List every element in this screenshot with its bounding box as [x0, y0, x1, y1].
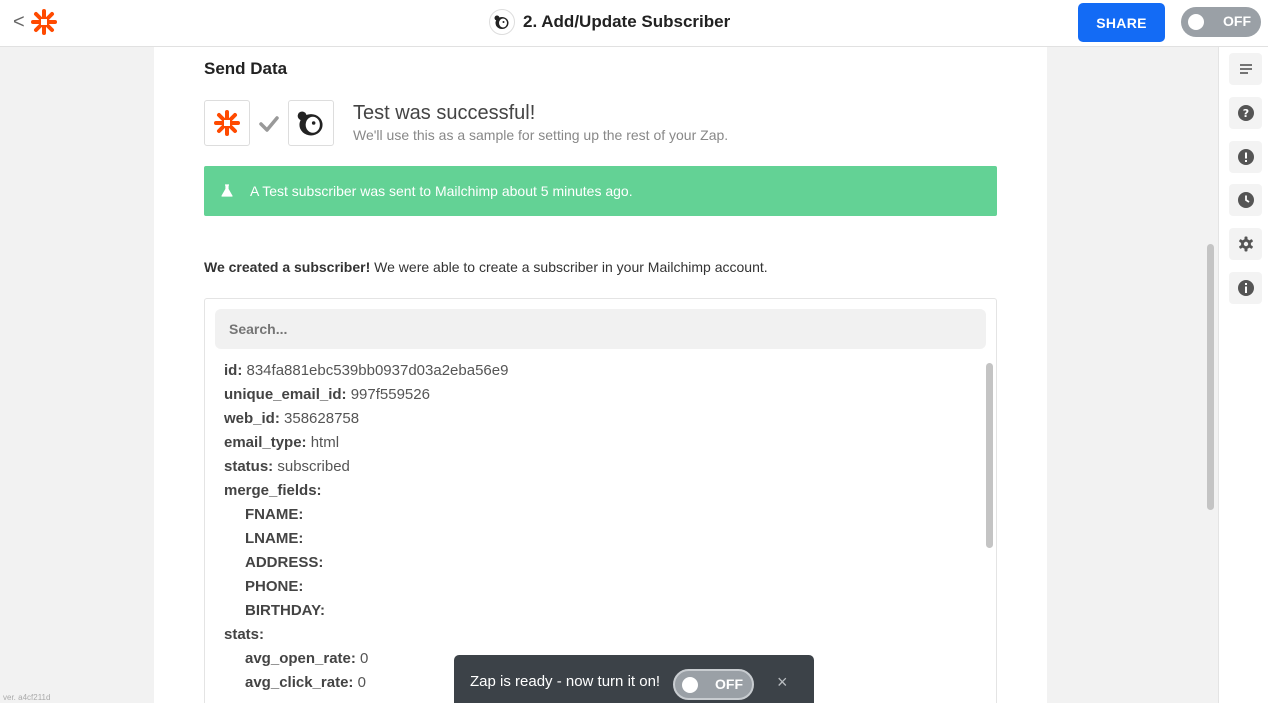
field-key: LNAME: — [245, 530, 304, 547]
toggle-knob — [682, 677, 698, 693]
mailchimp-app-box — [288, 100, 334, 146]
field-value: 834fa881ebc539bb0937d03a2eba56e9 — [242, 362, 509, 379]
field-row: LNAME: — [224, 527, 964, 551]
field-row: unique_email_id: 997f559526 — [224, 383, 964, 407]
created-message: We created a subscriber! We were able to… — [204, 259, 768, 275]
zapier-logo — [214, 110, 240, 136]
page-scrollbar[interactable] — [1204, 47, 1218, 703]
field-key: ADDRESS: — [245, 554, 324, 571]
field-row: status: subscribed — [224, 455, 964, 479]
mailchimp-icon — [297, 111, 323, 136]
field-key: avg_open_rate: — [245, 650, 356, 667]
share-button[interactable]: SHARE — [1078, 3, 1165, 42]
alert-icon — [1237, 149, 1254, 165]
toggle-label: OFF — [1223, 13, 1251, 29]
data-scrollbar[interactable] — [983, 359, 995, 703]
field-key: merge_fields: — [224, 482, 322, 499]
success-subtitle: We'll use this as a sample for setting u… — [353, 127, 729, 143]
settings-icon — [1238, 236, 1253, 252]
zap-on-off-toggle[interactable]: OFF — [1181, 7, 1261, 37]
zap-ready-toast: Zap is ready - now turn it on! OFF × — [454, 655, 814, 703]
field-row: stats: — [224, 623, 964, 647]
field-key: email_type: — [224, 434, 307, 451]
page-scrollbar-thumb[interactable] — [1207, 244, 1214, 510]
search-input[interactable] — [215, 309, 986, 349]
field-value: subscribed — [273, 458, 350, 475]
banner-text: A Test subscriber was sent to Mailchimp … — [250, 183, 633, 199]
field-key: stats: — [224, 626, 265, 643]
settings-button[interactable] — [1229, 228, 1262, 260]
field-key: unique_email_id: — [224, 386, 347, 403]
version-label: ver. a4cf211d — [3, 693, 51, 702]
field-row: PHONE: — [224, 575, 964, 599]
flask-icon — [221, 184, 233, 197]
field-key: PHONE: — [245, 578, 304, 595]
history-icon — [1237, 192, 1254, 208]
field-value: 0 — [353, 674, 366, 691]
page-title: 2. Add/Update Subscriber — [523, 12, 731, 31]
toggle-label: OFF — [715, 676, 743, 692]
field-row: FNAME: — [224, 503, 964, 527]
toast-on-off-toggle[interactable]: OFF — [673, 669, 754, 700]
field-row: ADDRESS: — [224, 551, 964, 575]
toast-message: Zap is ready - now turn it on! — [470, 673, 661, 690]
notes-button[interactable] — [1229, 53, 1262, 85]
created-rest: We were able to create a subscriber in y… — [370, 259, 768, 275]
svg-text:?: ? — [1242, 107, 1248, 120]
scrollbar-thumb[interactable] — [986, 363, 993, 548]
created-bold: We created a subscriber! — [204, 259, 371, 275]
zapier-app-box — [204, 100, 250, 146]
info-button[interactable] — [1229, 272, 1262, 304]
field-key: BIRTHDAY: — [245, 602, 326, 619]
top-bar: < 2. Add/Update Subscriber SHARE OFF — [0, 0, 1268, 47]
field-key: FNAME: — [245, 506, 304, 523]
checkmark-icon — [259, 116, 279, 132]
test-result-banner: A Test subscriber was sent to Mailchimp … — [204, 166, 997, 216]
help-button[interactable]: ? — [1229, 97, 1262, 129]
field-key: status: — [224, 458, 274, 475]
field-key: avg_click_rate: — [245, 674, 354, 691]
info-icon — [1237, 280, 1254, 296]
field-value: 0 — [355, 650, 369, 667]
field-key: web_id: — [224, 410, 280, 427]
zap-step-title[interactable]: 2. Add/Update Subscriber — [489, 9, 730, 35]
help-icon: ? — [1237, 105, 1254, 121]
alert-button[interactable] — [1229, 141, 1262, 173]
field-value: html — [306, 434, 340, 451]
section-heading: Send Data — [204, 59, 288, 78]
field-row: BIRTHDAY: — [224, 599, 964, 623]
success-title: Test was successful! — [353, 102, 536, 124]
right-sidebar: ? — [1218, 47, 1268, 703]
field-row: email_type: html — [224, 431, 964, 455]
field-list: id: 834fa881ebc539bb0937d03a2eba56e9 uniq… — [224, 359, 964, 695]
field-value: 358628758 — [279, 410, 360, 427]
notes-icon — [1239, 64, 1252, 74]
step-panel: Send Data Test was successful! We'll use… — [154, 47, 1047, 703]
back-button[interactable]: < — [13, 10, 25, 34]
toggle-knob — [1188, 14, 1204, 30]
field-row: id: 834fa881ebc539bb0937d03a2eba56e9 — [224, 359, 964, 383]
field-row: web_id: 358628758 — [224, 407, 964, 431]
history-button[interactable] — [1229, 184, 1262, 216]
sample-data-box: id: 834fa881ebc539bb0937d03a2eba56e9uniq… — [204, 298, 997, 703]
field-value: 997f559526 — [346, 386, 430, 403]
zapier-logo[interactable] — [31, 9, 57, 35]
field-row: merge_fields: — [224, 479, 964, 503]
field-key: id: — [224, 362, 243, 379]
mailchimp-icon — [489, 9, 515, 35]
close-icon[interactable]: × — [777, 672, 788, 693]
